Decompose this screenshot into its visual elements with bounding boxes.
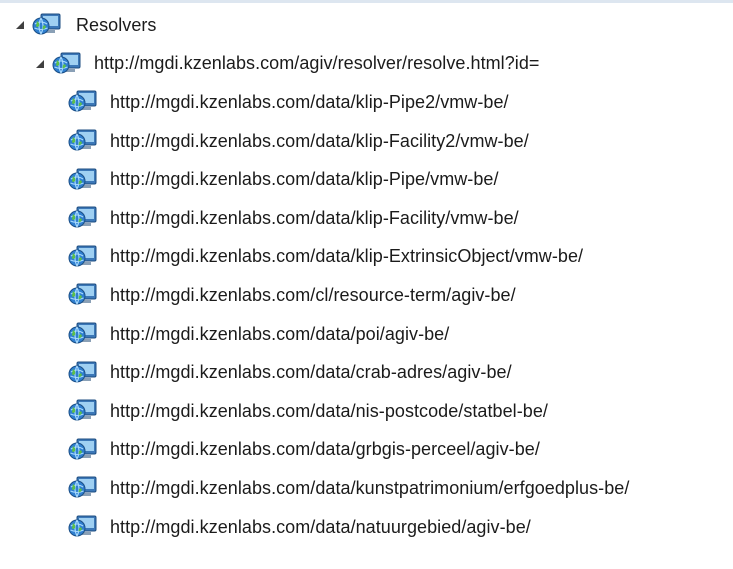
tree-node-label: Resolvers [76,14,157,35]
tree-node-label: http://mgdi.kzenlabs.com/data/natuurgebi… [110,516,531,537]
resolver-tree: Resolvers http://mgdi.kzenlabs.com/agiv/… [0,6,733,546]
network-globe-icon [32,13,61,35]
tree-node-resolver[interactable]: http://mgdi.kzenlabs.com/agiv/resolver/r… [0,45,733,84]
network-globe-icon [68,399,97,421]
tree-node-label: http://mgdi.kzenlabs.com/data/grbgis-per… [110,439,540,460]
tree-node-resource[interactable]: http://mgdi.kzenlabs.com/data/nis-postco… [0,392,733,431]
network-globe-icon [68,438,97,460]
network-globe-icon [68,129,97,151]
network-globe-icon [68,206,97,228]
tree-node-label: http://mgdi.kzenlabs.com/data/crab-adres… [110,362,512,383]
network-globe-icon [68,476,97,498]
tree-node-label: http://mgdi.kzenlabs.com/data/klip-Facil… [110,130,529,151]
tree-node-resource[interactable]: http://mgdi.kzenlabs.com/data/natuurgebi… [0,508,733,547]
window-top-border [0,0,733,3]
tree-node-resource[interactable]: http://mgdi.kzenlabs.com/data/grbgis-per… [0,431,733,470]
tree-node-resource[interactable]: http://mgdi.kzenlabs.com/data/kunstpatri… [0,469,733,508]
expanded-arrow-icon[interactable] [14,19,26,31]
tree-node-resource[interactable]: http://mgdi.kzenlabs.com/data/klip-Facil… [0,122,733,161]
tree-node-label: http://mgdi.kzenlabs.com/data/klip-Pipe/… [110,169,499,190]
network-globe-icon [68,245,97,267]
network-globe-icon [68,361,97,383]
network-globe-icon [68,90,97,112]
tree-node-resource[interactable]: http://mgdi.kzenlabs.com/cl/resource-ter… [0,276,733,315]
tree-node-resource[interactable]: http://mgdi.kzenlabs.com/data/klip-Pipe/… [0,160,733,199]
network-globe-icon [68,283,97,305]
network-globe-icon [68,168,97,190]
network-globe-icon [68,515,97,537]
tree-node-resource[interactable]: http://mgdi.kzenlabs.com/data/klip-Extri… [0,238,733,277]
network-globe-icon [68,322,97,344]
tree-node-resource[interactable]: http://mgdi.kzenlabs.com/data/crab-adres… [0,353,733,392]
tree-node-label: http://mgdi.kzenlabs.com/data/klip-Pipe2… [110,91,509,112]
expanded-arrow-icon[interactable] [34,58,46,70]
tree-node-resource[interactable]: http://mgdi.kzenlabs.com/data/klip-Facil… [0,199,733,238]
tree-node-label: http://mgdi.kzenlabs.com/data/poi/agiv-b… [110,323,450,344]
tree-node-label: http://mgdi.kzenlabs.com/data/klip-Extri… [110,246,584,267]
tree-node-label: http://mgdi.kzenlabs.com/data/klip-Facil… [110,207,519,228]
tree-node-label: http://mgdi.kzenlabs.com/agiv/resolver/r… [94,53,540,74]
tree-node-label: http://mgdi.kzenlabs.com/cl/resource-ter… [110,284,516,305]
tree-node-resource[interactable]: http://mgdi.kzenlabs.com/data/klip-Pipe2… [0,83,733,122]
tree-node-resource[interactable]: http://mgdi.kzenlabs.com/data/poi/agiv-b… [0,315,733,354]
tree-node-resolvers[interactable]: Resolvers [0,6,733,45]
tree-node-label: http://mgdi.kzenlabs.com/data/kunstpatri… [110,477,630,498]
tree-node-label: http://mgdi.kzenlabs.com/data/nis-postco… [110,400,548,421]
network-globe-icon [52,52,81,74]
